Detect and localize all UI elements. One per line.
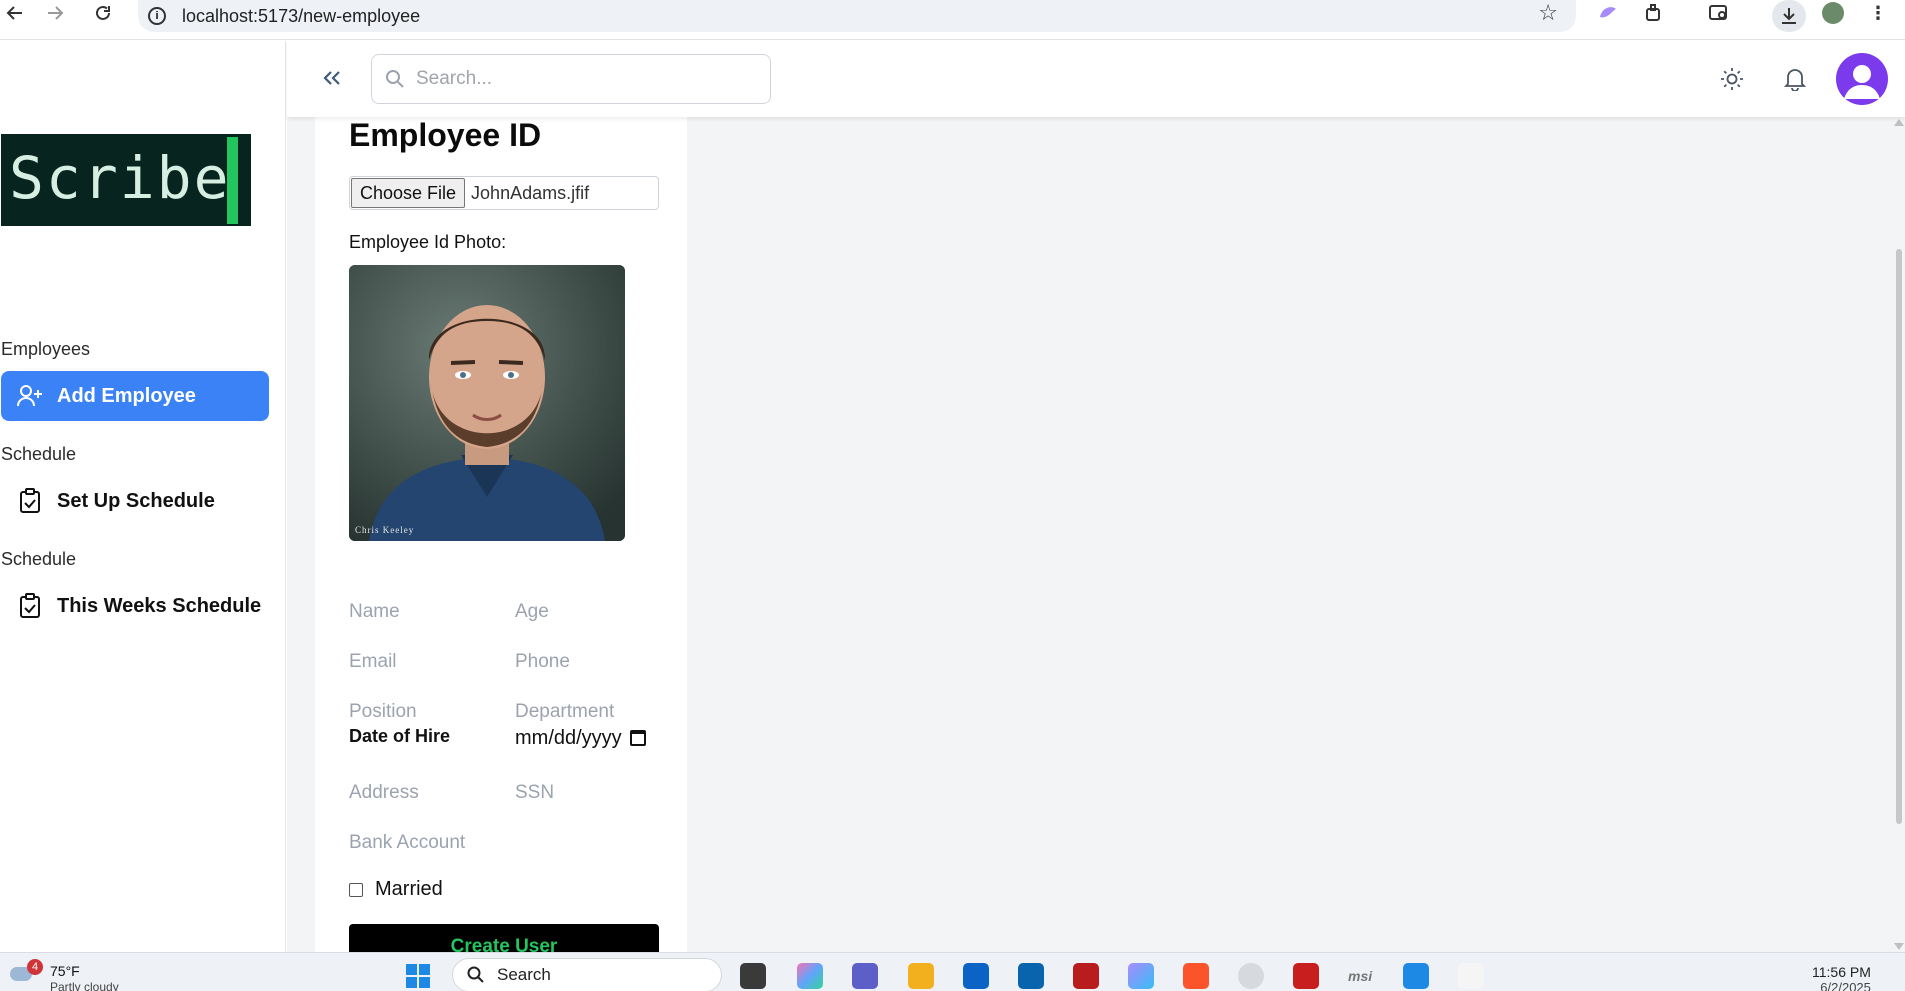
theme-toggle-sun-icon[interactable] — [1718, 65, 1746, 93]
download-icon[interactable] — [1772, 0, 1806, 32]
copilot-icon[interactable] — [797, 963, 823, 989]
extension-icon[interactable] — [1596, 0, 1620, 26]
site-info-icon[interactable]: i — [148, 7, 166, 25]
collapse-sidebar-icon[interactable] — [317, 63, 347, 93]
search-icon — [467, 966, 484, 983]
teams-icon[interactable] — [852, 963, 878, 989]
clock-time: 11:56 PM — [1812, 964, 1871, 980]
windows-taskbar: 4 75°F Partly cloudy Search msi 11:56 PM… — [0, 952, 1905, 991]
sidebar-item-add-employee[interactable]: Add Employee — [1, 371, 269, 421]
clipboard-check-icon — [15, 486, 45, 516]
photo-file-input[interactable]: Choose File JohnAdams.jfif — [349, 176, 659, 210]
chrome-icon[interactable] — [1238, 963, 1264, 989]
married-checkbox[interactable] — [349, 882, 363, 897]
notification-badge: 4 — [27, 959, 43, 975]
system-clock[interactable]: 11:56 PM 6/2/2025 — [1812, 964, 1871, 991]
department-field[interactable] — [515, 701, 655, 723]
employee-photo: Chris Keeley — [349, 265, 625, 541]
section-label-employees: Employees — [1, 339, 91, 359]
weather-condition: Partly cloudy — [50, 980, 119, 991]
scribe-logo: Scribe — [1, 134, 251, 226]
scroll-up-arrow[interactable] — [1894, 119, 1904, 126]
clipboard-check-icon — [15, 591, 45, 621]
search-box[interactable] — [371, 54, 771, 104]
browser-toolbar: i localhost:5173/new-employee ☆ ⋮ — [0, 0, 1905, 40]
windows-start-icon[interactable] — [405, 963, 431, 989]
choose-file-button[interactable]: Choose File — [351, 178, 466, 208]
age-field[interactable] — [515, 601, 655, 623]
tab-search-icon[interactable] — [1706, 0, 1732, 26]
sidebar: Scribe Employees Add Employee Schedule S… — [0, 41, 286, 952]
address-field[interactable] — [349, 782, 489, 804]
back-icon[interactable] — [6, 0, 30, 26]
screen: i localhost:5173/new-employee ☆ ⋮ Scribe… — [0, 0, 1905, 991]
sidebar-item-label: Add Employee — [57, 384, 196, 407]
search-icon — [384, 68, 406, 90]
sidebar-item-set-up-schedule[interactable]: Set Up Schedule — [1, 476, 269, 526]
app-icon[interactable] — [1458, 963, 1484, 989]
task-view-icon[interactable] — [740, 963, 766, 989]
vscode-icon[interactable] — [1403, 963, 1429, 989]
bookmark-star-icon[interactable]: ☆ — [1538, 0, 1558, 26]
browser-menu-icon[interactable]: ⋮ — [1868, 0, 1888, 26]
date-placeholder: mm/dd/yyyy — [515, 726, 622, 749]
ssn-field[interactable] — [515, 782, 655, 804]
file-explorer-icon[interactable] — [908, 963, 934, 989]
logo-text: Scribe — [9, 144, 231, 212]
name-field[interactable] — [349, 601, 489, 623]
email-field[interactable] — [349, 651, 489, 673]
user-plus-icon — [15, 381, 45, 411]
sidebar-item-label: This Weeks Schedule — [57, 594, 262, 617]
scrollbar-thumb[interactable] — [1896, 249, 1902, 824]
married-checkbox-row[interactable]: Married — [349, 878, 443, 901]
photo-label: Employee Id Photo: — [349, 232, 507, 252]
sidebar-item-this-weeks-schedule[interactable]: This Weeks Schedule — [1, 581, 269, 631]
microsoft-store-icon[interactable] — [963, 963, 989, 989]
sidebar-item-label: Set Up Schedule — [57, 489, 215, 512]
brave-browser-icon[interactable] — [1183, 963, 1209, 989]
page-scrollbar[interactable] — [1892, 117, 1905, 952]
extensions-puzzle-icon[interactable] — [1642, 0, 1666, 26]
taskbar-search-label: Search — [497, 965, 551, 984]
msi-icon[interactable]: msi — [1348, 963, 1374, 989]
app-icon[interactable] — [1073, 963, 1099, 989]
phone-field[interactable] — [515, 651, 655, 673]
temperature: 75°F — [50, 963, 80, 979]
bank-account-field[interactable] — [349, 832, 549, 854]
security-app-icon[interactable] — [1293, 963, 1319, 989]
copilot-app-icon[interactable] — [1128, 963, 1154, 989]
address-bar[interactable]: i localhost:5173/new-employee ☆ — [138, 0, 1576, 32]
married-label: Married — [375, 878, 443, 900]
photo-watermark: Chris Keeley — [355, 525, 415, 535]
main-content: Employee ID Choose File JohnAdams.jfif E… — [287, 117, 1905, 964]
forward-icon[interactable] — [46, 0, 70, 26]
employee-form-card: Employee ID Choose File JohnAdams.jfif E… — [315, 117, 687, 964]
page-title: Employee ID — [349, 117, 542, 153]
date-of-hire-label: Date of Hire — [349, 726, 451, 746]
calendar-icon[interactable] — [629, 730, 646, 746]
date-of-hire-input[interactable]: mm/dd/yyyy — [515, 724, 660, 752]
section-label-schedule: Schedule — [1, 444, 77, 464]
scroll-down-arrow[interactable] — [1894, 943, 1904, 950]
profile-avatar-icon[interactable] — [1820, 0, 1846, 26]
url-text: localhost:5173/new-employee — [182, 5, 421, 26]
reload-icon[interactable] — [94, 0, 118, 26]
user-avatar[interactable] — [1836, 53, 1888, 105]
section-label-schedule: Schedule — [1, 549, 77, 569]
selected-file-name: JohnAdams.jfif — [471, 182, 590, 203]
logo-cursor — [227, 137, 238, 224]
search-input[interactable] — [416, 68, 756, 90]
taskbar-search[interactable]: Search — [452, 958, 722, 991]
outlook-icon[interactable] — [1018, 963, 1044, 989]
position-field[interactable] — [349, 701, 489, 723]
clock-date: 6/2/2025 — [1820, 980, 1871, 991]
top-header — [287, 41, 1905, 117]
notification-bell-icon[interactable] — [1781, 65, 1809, 93]
